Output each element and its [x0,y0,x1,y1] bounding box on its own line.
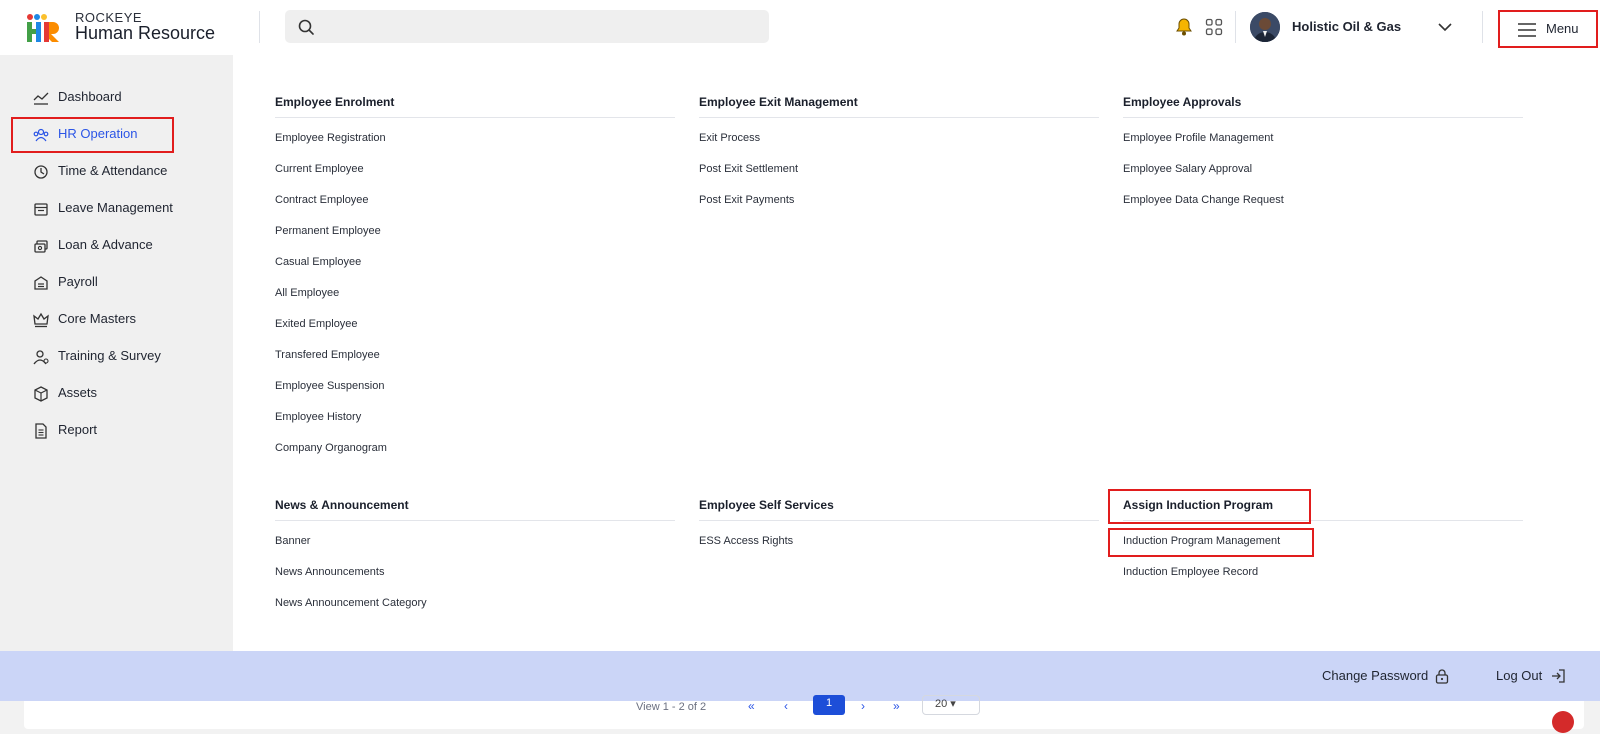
help-fab[interactable] [1552,711,1574,733]
section-divider [699,520,1099,521]
menu-link[interactable]: News Announcement Category [275,597,427,609]
sidebar-item-payroll[interactable]: Payroll [33,270,223,296]
menu-link[interactable]: News Announcements [275,566,384,578]
section-divider [699,117,1099,118]
crown-icon [33,312,49,328]
section-divider [275,520,675,521]
menu-link[interactable]: Post Exit Payments [699,194,794,206]
sidebar-item-label: Core Masters [58,311,137,326]
global-search[interactable] [285,10,769,43]
avatar-image [1250,12,1280,42]
section-title-employee-enrolment: Employee Enrolment [275,95,395,109]
first-page-button[interactable]: « [748,699,755,713]
menu-link[interactable]: Employee Data Change Request [1123,194,1284,206]
search-input[interactable] [327,10,757,43]
notification-bell-icon[interactable] [1174,17,1194,37]
highlight-box-induction-program-management [1108,528,1314,557]
user-training-icon [33,350,49,365]
document-icon [35,423,47,439]
top-header: ROCKEYE Human Resource Holistic Oil & Ga… [0,0,1600,55]
section-title-employee-approvals: Employee Approvals [1123,95,1242,109]
dashboard-icon [33,92,49,105]
prev-page-button[interactable]: ‹ [784,699,788,713]
payroll-icon [34,276,48,290]
sidebar-item-label: Report [58,422,98,437]
menu-link[interactable]: Employee Registration [275,132,386,144]
next-page-button[interactable]: › [861,699,865,713]
section-title-news-announcement: News & Announcement [275,498,409,512]
money-icon [34,240,48,253]
sidebar-item-label: Assets [58,385,98,400]
menu-link[interactable]: Company Organogram [275,442,387,454]
section-divider [275,117,675,118]
menu-footer-bar: Change Password Log Out [0,651,1600,701]
header-divider [259,11,260,43]
sidebar-item-label: Time & Attendance [58,163,168,178]
calendar-icon [34,203,48,216]
menu-link[interactable]: Exited Employee [275,318,358,330]
hr-logo-icon [27,14,59,42]
menu-link[interactable]: Current Employee [275,163,364,175]
box-icon [34,386,48,402]
menu-link[interactable]: Employee History [275,411,361,423]
clock-history-icon [34,165,48,179]
pagination-bar [24,701,1584,729]
section-title-employee-exit-management: Employee Exit Management [699,95,858,109]
brand-name-bottom: Human Resource [75,23,216,43]
menu-link[interactable]: Induction Employee Record [1123,566,1258,578]
sidebar-item-label: Loan & Advance [58,237,153,252]
sidebar-item-leave-management[interactable]: Leave Management [33,196,223,222]
sidebar-item-label: Payroll [58,274,98,289]
header-divider [1235,11,1236,43]
user-avatar[interactable] [1250,12,1280,42]
sidebar-item-dashboard[interactable]: Dashboard [33,85,223,111]
company-name[interactable]: Holistic Oil & Gas [1292,19,1401,34]
sidebar-item-time-attendance[interactable]: Time & Attendance [33,159,223,185]
menu-link[interactable]: Employee Profile Management [1123,132,1273,144]
menu-link[interactable]: ESS Access Rights [699,535,793,547]
sidebar-item-assets[interactable]: Assets [33,381,223,407]
sidebar-item-loan-advance[interactable]: Loan & Advance [33,233,223,259]
menu-link[interactable]: Permanent Employee [275,225,381,237]
apps-grid-icon[interactable] [1205,18,1223,36]
menu-link[interactable]: Employee Suspension [275,380,384,392]
chevron-down-icon[interactable] [1436,18,1454,36]
highlight-box-assign-induction-program [1108,489,1311,524]
page-size-select[interactable]: 20 ▾ [922,695,980,715]
menu-link[interactable]: Casual Employee [275,256,361,268]
lock-icon[interactable] [1434,668,1450,684]
hamburger-icon [1518,23,1536,37]
current-page-button[interactable]: 1 [813,695,845,715]
sidebar-item-report[interactable]: Report [33,418,223,444]
menu-link[interactable]: All Employee [275,287,339,299]
menu-link[interactable]: Transfered Employee [275,349,380,361]
logout-icon[interactable] [1550,668,1566,684]
search-icon [298,19,314,35]
section-divider [1123,117,1523,118]
sidebar-item-label: Leave Management [58,200,173,215]
sidebar-item-label: Dashboard [58,89,122,104]
sidebar-item-label: Training & Survey [58,348,161,363]
sidebar-item-core-masters[interactable]: Core Masters [33,307,223,333]
page-size-value: 20 [935,698,948,710]
underlying-page: View 1 - 2 of 2 « ‹ 1 › » 20 ▾ [0,695,1600,734]
logout-link[interactable]: Log Out [1496,668,1542,683]
menu-link[interactable]: Post Exit Settlement [699,163,798,175]
pagination-summary: View 1 - 2 of 2 [636,701,707,713]
menu-link[interactable]: Exit Process [699,132,760,144]
menu-link[interactable]: Banner [275,535,310,547]
highlight-box-hr-operation [11,117,174,153]
menu-link[interactable]: Employee Salary Approval [1123,163,1252,175]
change-password-link[interactable]: Change Password [1322,668,1428,683]
menu-button-label: Menu [1546,21,1579,36]
sidebar-item-training-survey[interactable]: Training & Survey [33,344,223,370]
section-title-employee-self-services: Employee Self Services [699,498,834,512]
menu-link[interactable]: Contract Employee [275,194,369,206]
last-page-button[interactable]: » [893,699,900,713]
menu-button[interactable]: Menu [1498,10,1598,48]
header-divider [1482,11,1483,43]
